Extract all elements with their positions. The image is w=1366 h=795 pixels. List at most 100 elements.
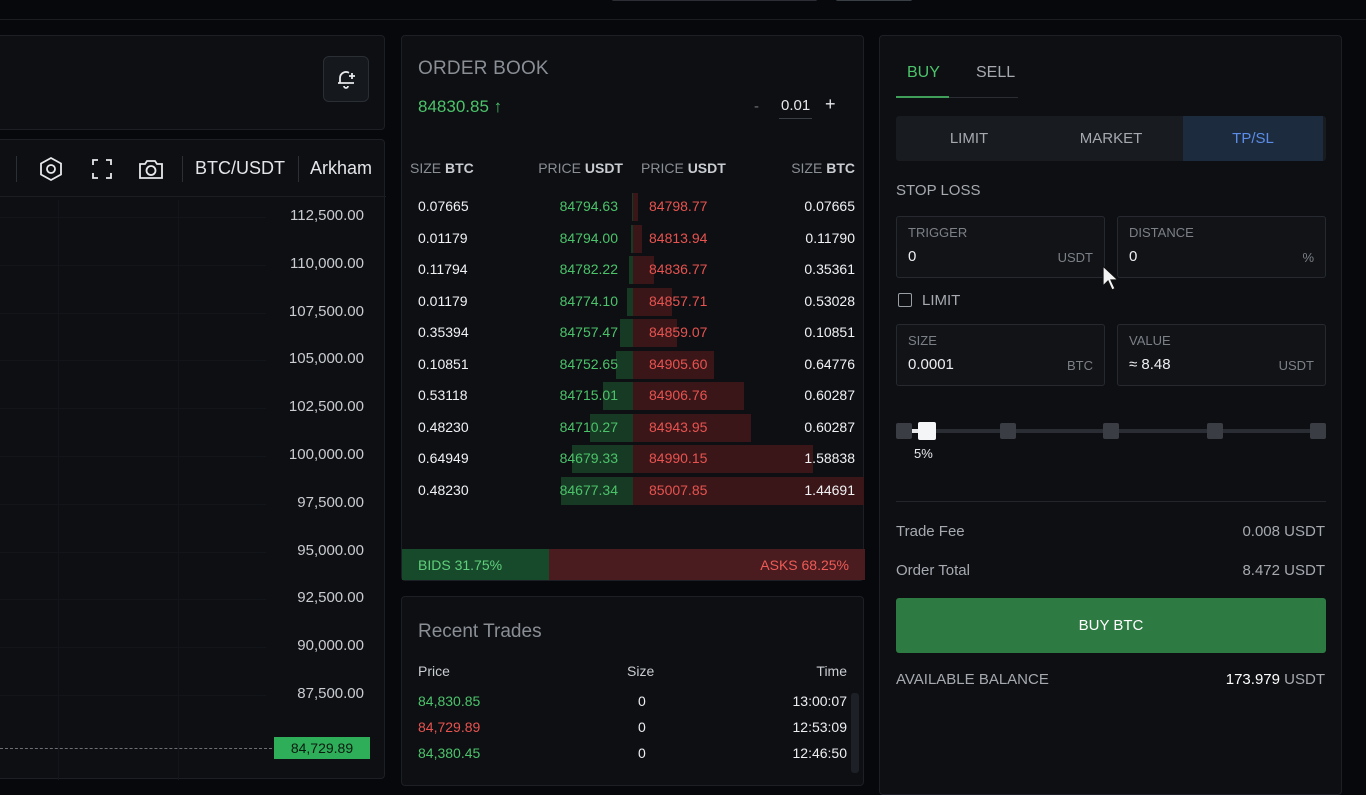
order-form-panel: BUY SELL LIMIT MARKET TP/SL STOP LOSS TR… xyxy=(879,35,1342,795)
mouse-pointer-icon xyxy=(1102,265,1120,291)
bid-price[interactable]: 84757.47 xyxy=(560,324,618,340)
bid-ask-ratio-bar: BIDS 31.75% ASKS 68.25% xyxy=(402,549,865,580)
order-book-row[interactable]: 0.07665 84794.63 84798.77 0.07665 xyxy=(402,191,865,223)
order-book-row[interactable]: 0.48230 84677.34 85007.85 1.44691 xyxy=(402,475,865,507)
trade-time: 12:53:09 xyxy=(792,719,848,735)
bid-price[interactable]: 84679.33 xyxy=(560,450,618,466)
active-tab-indicator xyxy=(896,96,949,98)
size-value[interactable]: 0.0001 xyxy=(908,356,954,373)
order-book-row[interactable]: 0.35394 84757.47 84859.07 0.10851 xyxy=(402,317,865,349)
ask-price[interactable]: 84990.15 xyxy=(649,450,707,466)
buy-btc-button[interactable]: BUY BTC xyxy=(896,598,1326,653)
slider-percent-label: 5% xyxy=(914,446,933,461)
bid-price[interactable]: 84774.10 xyxy=(560,293,618,309)
balance-amount: 173.979 xyxy=(1225,671,1280,688)
current-price-tag: 84,729.89 xyxy=(274,737,370,759)
symbol-selector[interactable]: BTC/USDT xyxy=(195,158,285,179)
data-source-label[interactable]: Arkham xyxy=(310,158,372,179)
limit-checkbox-label[interactable]: LIMIT xyxy=(922,292,960,309)
order-book-row[interactable]: 0.01179 84774.10 84857.71 0.53028 xyxy=(402,286,865,318)
size-field[interactable]: SIZE 0.0001 BTC xyxy=(896,324,1105,386)
ask-price[interactable]: 85007.85 xyxy=(649,482,707,498)
price-chart-panel[interactable]: BTC/USDT Arkham 112,500.00 110,000.00 107,… xyxy=(0,139,386,780)
trade-price: 84,729.89 xyxy=(418,719,481,735)
grid-line xyxy=(0,456,266,457)
decrease-step-button[interactable]: - xyxy=(754,98,759,115)
bid-price[interactable]: 84710.27 xyxy=(560,419,618,435)
grid-line xyxy=(0,503,266,505)
ask-size: 0.10851 xyxy=(804,324,855,340)
ask-price[interactable]: 84905.60 xyxy=(649,356,707,372)
size-slider-handle[interactable] xyxy=(918,422,936,440)
order-total-label: Order Total xyxy=(896,562,970,579)
ask-price[interactable]: 84943.95 xyxy=(649,419,707,435)
trigger-value[interactable]: 0 xyxy=(908,248,916,265)
trade-time: 13:00:07 xyxy=(792,693,848,709)
asks-ratio-label: ASKS 68.25% xyxy=(760,557,849,573)
bid-size: 0.53118 xyxy=(418,387,468,403)
ask-size: 0.60287 xyxy=(804,418,855,435)
ask-price[interactable]: 84798.77 xyxy=(649,198,707,214)
slider-tick[interactable] xyxy=(1310,423,1326,439)
indicator-settings-button[interactable] xyxy=(36,154,66,184)
price-step-value[interactable]: 0.01 xyxy=(779,97,813,119)
bid-depth-bar xyxy=(620,319,633,347)
ask-price[interactable]: 84813.94 xyxy=(649,230,707,246)
ask-price[interactable]: 84859.07 xyxy=(649,324,707,340)
value-field[interactable]: VALUE ≈ 8.48 USDT xyxy=(1117,324,1326,386)
ask-price[interactable]: 84906.76 xyxy=(649,387,707,403)
order-book-row[interactable]: 0.01179 84794.00 84813.94 0.11790 xyxy=(402,223,865,255)
order-type-limit[interactable]: LIMIT xyxy=(899,116,1039,161)
order-total-value: 8.472 USDT xyxy=(1242,562,1325,579)
trades-scrollbar[interactable] xyxy=(851,693,859,773)
price-axis-label: 100,000.00 xyxy=(288,446,364,463)
price-axis-label: 92,500.00 xyxy=(297,589,364,607)
bid-price[interactable]: 84752.65 xyxy=(560,356,618,372)
distance-field[interactable]: DISTANCE 0 % xyxy=(1117,216,1326,278)
bid-size: 0.01179 xyxy=(418,292,468,309)
order-book-row[interactable]: 0.53118 84715.01 84906.76 0.60287 xyxy=(402,380,865,412)
order-book-row[interactable]: 0.48230 84710.27 84943.95 0.60287 xyxy=(402,412,865,444)
slider-tick[interactable] xyxy=(896,423,912,439)
available-balance-value: 173.979 USDT xyxy=(1226,671,1325,688)
add-alert-button[interactable] xyxy=(323,56,369,102)
order-book-row[interactable]: 0.10851 84752.65 84905.60 0.64776 xyxy=(402,349,865,381)
ask-size: 0.53028 xyxy=(804,292,855,309)
top-tab-indicator xyxy=(612,0,817,1)
order-type-market[interactable]: MARKET xyxy=(1041,116,1181,161)
trigger-field[interactable]: TRIGGER 0 USDT xyxy=(896,216,1105,278)
bid-price[interactable]: 84794.00 xyxy=(560,230,618,246)
trade-fee-value: 0.008 USDT xyxy=(1242,523,1325,540)
order-book-row[interactable]: 0.11794 84782.22 84836.77 0.35361 xyxy=(402,254,865,286)
bid-price[interactable]: 84794.63 xyxy=(560,198,618,214)
trade-price: 84,830.85 xyxy=(418,693,481,709)
tab-buy[interactable]: BUY xyxy=(907,64,940,82)
ask-price[interactable]: 84857.71 xyxy=(649,293,707,309)
bid-price[interactable]: 84782.22 xyxy=(560,261,618,277)
limit-checkbox[interactable] xyxy=(898,293,912,307)
slider-tick[interactable] xyxy=(1103,423,1119,439)
distance-value[interactable]: 0 xyxy=(1129,248,1137,265)
trigger-unit: USDT xyxy=(1057,250,1093,265)
increase-step-button[interactable]: + xyxy=(825,94,836,115)
chart-toolbar: BTC/USDT Arkham xyxy=(0,140,386,197)
tab-sell[interactable]: SELL xyxy=(976,64,1015,82)
screenshot-button[interactable] xyxy=(136,154,166,184)
order-type-tpsl[interactable]: TP/SL xyxy=(1183,116,1323,161)
trade-size: 0 xyxy=(638,745,646,761)
bid-price[interactable]: 84677.34 xyxy=(560,482,618,498)
value-value[interactable]: ≈ 8.48 xyxy=(1129,356,1171,373)
slider-tick[interactable] xyxy=(1207,423,1223,439)
bid-size: 0.48230 xyxy=(418,418,469,435)
price-axis-label: 87,500.00 xyxy=(297,685,364,702)
price-axis-label: 95,000.00 xyxy=(297,541,364,559)
size-column-header: Size xyxy=(627,663,655,679)
slider-tick[interactable] xyxy=(1000,423,1016,439)
fullscreen-button[interactable] xyxy=(87,154,117,184)
bid-size: 0.35394 xyxy=(418,324,469,340)
bid-price[interactable]: 84715.01 xyxy=(560,387,618,403)
order-book-row[interactable]: 0.64949 84679.33 84990.15 1.58838 xyxy=(402,443,865,475)
distance-unit: % xyxy=(1302,250,1314,265)
ask-price[interactable]: 84836.77 xyxy=(649,261,707,277)
hexagon-settings-icon xyxy=(40,156,62,182)
